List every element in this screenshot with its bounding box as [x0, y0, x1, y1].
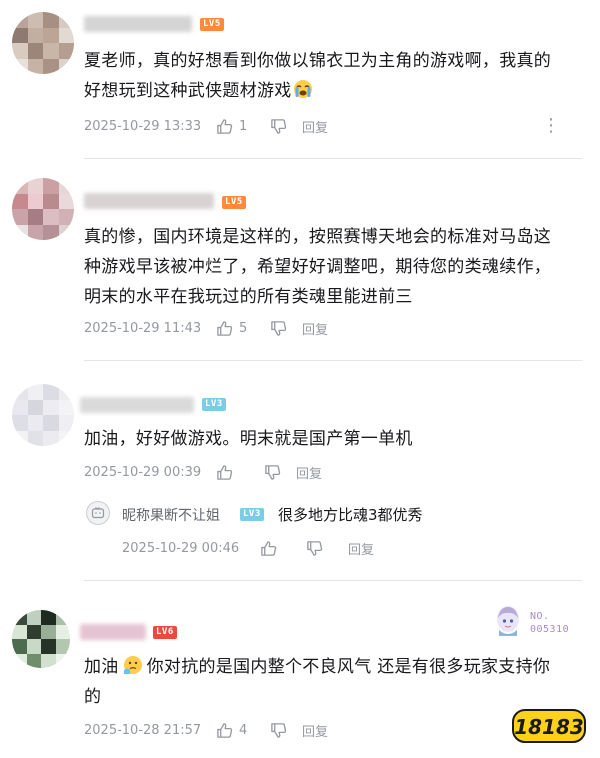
comment-text-line: 的 [84, 687, 102, 707]
dislike-button[interactable] [264, 464, 296, 481]
comment-text-fragment: 加油 [84, 657, 119, 677]
like-button[interactable]: 4 [216, 722, 270, 739]
comment-text-fragment: 你对抗的是国内整个不良风气 还是有很多玩家支持你 [146, 657, 551, 677]
divider [84, 580, 582, 581]
tv-icon [91, 507, 105, 519]
comment-text: 真的惨，国内环境是这样的，按照赛博天地会的标准对马岛这 种游戏早该被冲烂了，希望… [84, 222, 551, 312]
watermark-logo: 18183 [512, 709, 586, 743]
comment-text-line: 种游戏早该被冲烂了，希望好好调整吧，期待您的类魂续作， [84, 257, 552, 277]
comment-text: 加油，好好做游戏。明末就是国产第一单机 [84, 424, 413, 454]
more-options-icon[interactable]: ⋮ [542, 117, 560, 135]
timestamp: 2025-10-29 00:46 [122, 540, 240, 556]
level-badge: LV5 [200, 18, 224, 31]
comment-text-line: 明末的水平在我玩过的所有类魂里能进前三 [84, 287, 413, 307]
comment-meta: 2025-10-28 21:57 4 回复 [84, 720, 328, 740]
comment-text: 夏老师，真的好想看到你做以锦衣卫为主角的游戏啊，我真的 好想玩到这种武侠题材游戏 [84, 46, 551, 106]
dislike-button[interactable] [270, 320, 302, 337]
comment-text-line: 好想玩到这种武侠题材游戏 [84, 76, 551, 106]
sub-reply-text: 很多地方比魂3都优秀 [278, 506, 423, 524]
comment-text-line: 加油 你对抗的是国内整个不良风气 还是有很多玩家支持你 [84, 652, 550, 682]
comment-text: 加油 你对抗的是国内整个不良风气 还是有很多玩家支持你 的 [84, 652, 550, 712]
level-badge: LV5 [222, 196, 246, 209]
username-blurred[interactable] [80, 397, 194, 413]
reply-button[interactable]: 回复 [296, 463, 322, 482]
thumb-down-icon [271, 320, 287, 336]
like-count: 1 [239, 118, 248, 134]
divider [84, 360, 582, 361]
fan-badge-number: 005310 [530, 624, 570, 635]
avatar[interactable] [12, 384, 74, 446]
thumb-up-icon [261, 540, 277, 556]
level-badge: LV3 [240, 508, 264, 521]
thumb-up-icon [217, 118, 233, 134]
username-blurred[interactable] [84, 193, 214, 209]
like-button[interactable] [216, 464, 264, 481]
fan-badge-number-label: NO. [530, 611, 550, 622]
crying-face-icon [293, 80, 312, 98]
timestamp: 2025-10-29 00:39 [84, 464, 202, 480]
sub-reply-meta: 2025-10-29 00:46 回复 [122, 538, 374, 558]
like-button[interactable] [260, 540, 306, 557]
like-count: 4 [239, 722, 248, 738]
sub-reply-avatar[interactable] [86, 501, 110, 525]
comment-meta: 2025-10-29 11:43 5 回复 [84, 318, 328, 338]
like-count: 5 [239, 320, 248, 336]
comment-meta: 2025-10-29 00:39 回复 [84, 462, 322, 482]
thumb-up-icon [217, 722, 233, 738]
watermark-text: 18183 [514, 715, 584, 739]
comment-text-line: 夏老师，真的好想看到你做以锦衣卫为主角的游戏啊，我真的 [84, 51, 552, 71]
thumb-down-icon [271, 118, 287, 134]
thumb-down-icon [307, 540, 323, 556]
timestamp: 2025-10-29 11:43 [84, 320, 202, 336]
avatar[interactable] [12, 178, 74, 240]
reply-button[interactable]: 回复 [348, 539, 374, 558]
comment-text-line: 真的惨，国内环境是这样的，按照赛博天地会的标准对马岛这 [84, 227, 552, 247]
like-button[interactable]: 1 [216, 118, 270, 135]
divider [84, 158, 582, 159]
avatar[interactable] [12, 610, 70, 668]
thinking-face-icon [123, 656, 142, 674]
comment-text-fragment: 好想玩到这种武侠题材游戏 [84, 81, 292, 101]
dislike-button[interactable] [306, 540, 348, 557]
dislike-button[interactable] [270, 722, 302, 739]
timestamp: 2025-10-29 13:33 [84, 118, 202, 134]
level-badge: LV3 [202, 398, 226, 411]
thumb-down-icon [265, 464, 281, 480]
reply-button[interactable]: 回复 [302, 117, 328, 136]
reply-button[interactable]: 回复 [302, 319, 328, 338]
comment-meta: 2025-10-29 13:33 1 回复 [84, 116, 328, 136]
thumb-down-icon [271, 722, 287, 738]
thumb-up-icon [217, 464, 233, 480]
username-blurred[interactable] [84, 16, 192, 32]
timestamp: 2025-10-28 21:57 [84, 722, 202, 738]
dislike-button[interactable] [270, 118, 302, 135]
level-badge: LV6 [153, 626, 177, 639]
sub-reply-username[interactable]: 昵称果断不让姐 [122, 505, 220, 525]
thumb-up-icon [217, 320, 233, 336]
username-blurred[interactable] [80, 624, 146, 640]
like-button[interactable]: 5 [216, 320, 270, 337]
fan-badge-avatar-icon [497, 606, 519, 636]
avatar[interactable] [12, 12, 74, 74]
comment-text-line: 加油，好好做游戏。明末就是国产第一单机 [84, 429, 413, 449]
reply-button[interactable]: 回复 [302, 721, 328, 740]
